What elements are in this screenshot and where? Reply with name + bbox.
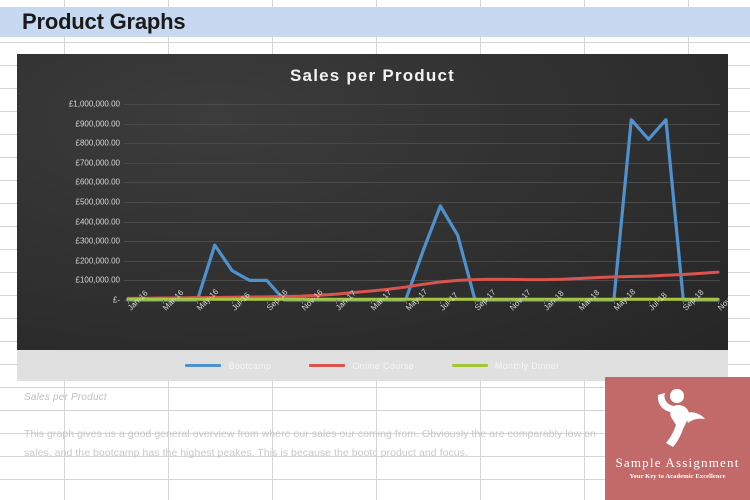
- y-axis-tick: £300,000.00: [75, 236, 121, 246]
- chart-object[interactable]: Sales per Product £1,000,000.00 £900,000.…: [17, 54, 728, 381]
- y-axis-tick: £700,000.00: [75, 158, 121, 168]
- y-axis-tick: £1,000,000.00: [68, 99, 120, 109]
- y-axis-tick-labels: £1,000,000.00 £900,000.00 £800,000.00 £700,…: [20, 54, 120, 350]
- dancing-figure-icon: [657, 389, 705, 447]
- legend-item-online-course[interactable]: Online Course: [309, 360, 414, 371]
- y-axis-tick: £100,000.00: [75, 275, 121, 285]
- y-axis-tick: £800,000.00: [75, 138, 121, 148]
- y-axis-tick: £900,000.00: [75, 119, 121, 129]
- page-title: Product Graphs: [22, 9, 186, 34]
- x-axis-tick-labels: Jan-16 Mar-16 May-16 Jul-16 Sep-16 Nov-16 Jan-…: [124, 287, 728, 350]
- legend-item-bootcamp[interactable]: Bootcamp: [185, 361, 271, 371]
- logo-name: Sample Assignment: [615, 455, 740, 470]
- legend-label: Bootcamp: [228, 360, 272, 371]
- y-axis-tick: £400,000.00: [75, 217, 121, 227]
- y-axis-tick: £500,000.00: [75, 197, 121, 207]
- legend-swatch: [451, 364, 488, 367]
- legend-swatch: [309, 364, 346, 367]
- series-line-bootcamp: [126, 118, 720, 302]
- legend-swatch: [185, 364, 222, 367]
- legend-item-monthly-dinner[interactable]: Monthly Dinner: [451, 360, 560, 371]
- y-axis-tick: £200,000.00: [75, 256, 121, 266]
- chart-plot-panel: Sales per Product £1,000,000.00 £900,000.…: [17, 54, 728, 350]
- logo-tagline: Your Key to Academic Excellence: [629, 473, 726, 480]
- y-axis-tick: £-: [112, 295, 120, 305]
- y-axis-tick: £600,000.00: [75, 177, 121, 187]
- sample-assignment-logo: Sample Assignment Your Key to Academic E…: [605, 377, 750, 500]
- figure-caption: Sales per Product: [24, 392, 107, 403]
- legend-label: Online Course: [352, 360, 414, 371]
- body-paragraph: This graph gives us a good general overv…: [24, 428, 596, 459]
- legend-label: Monthly Dinner: [494, 360, 560, 371]
